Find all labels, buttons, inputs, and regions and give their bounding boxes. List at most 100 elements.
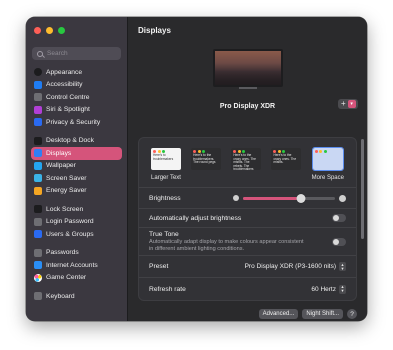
sidebar-item-screen-saver[interactable]: Screen Saver — [31, 172, 122, 185]
sidebar-item-game-center[interactable]: Game Center — [31, 272, 122, 285]
accessibility-icon — [34, 80, 42, 89]
minimize-button[interactable] — [46, 26, 53, 34]
auto-brightness-row: Automatically adjust brightness — [139, 209, 356, 228]
scrollbar[interactable] — [361, 139, 364, 239]
sidebar-item-label: Login Password — [46, 218, 94, 226]
sidebar-item-label: Accessibility — [46, 81, 83, 89]
preset-label: Preset — [149, 263, 169, 270]
internet-accounts-icon — [34, 261, 42, 270]
brightness-track[interactable] — [243, 193, 335, 203]
true-tone-description: Automatically adapt display to make colo… — [149, 239, 304, 252]
resolution-option[interactable]: Here's to the troublemakers. The round p… — [191, 148, 222, 175]
resolution-sample-text: Here's to the crazy ones. The misfits. — [273, 153, 297, 165]
footer-buttons: Advanced... Night Shift... ? — [258, 309, 357, 319]
auto-brightness-label: Automatically adjust brightness — [149, 214, 242, 222]
add-display-button[interactable]: + ▾ — [338, 99, 358, 109]
desktop-dock-icon — [34, 136, 42, 145]
sidebar-item-label: Users & Groups — [46, 230, 94, 238]
refresh-rate-label: Refresh rate — [149, 285, 186, 293]
auto-brightness-toggle[interactable] — [332, 214, 346, 222]
sidebar-item-label: Passwords — [46, 249, 79, 257]
true-tone-label: True Tone — [149, 231, 179, 238]
refresh-rate-select[interactable]: 60 Hertz ▴ ▾ — [311, 284, 346, 294]
brightness-label: Brightness — [149, 194, 181, 202]
sidebar-separator — [31, 241, 122, 247]
sidebar-item-wallpaper[interactable]: Wallpaper — [31, 160, 122, 173]
sidebar-item-label: Desktop & Dock — [46, 137, 94, 145]
resolution-thumbnail[interactable]: Here's to the troublemakers. The round p… — [191, 148, 222, 170]
sidebar-item-passwords[interactable]: Passwords — [31, 247, 122, 260]
zoom-button[interactable] — [58, 26, 65, 34]
passwords-key-icon — [34, 248, 42, 257]
users-groups-icon — [34, 230, 42, 239]
resolution-label: Larger Text — [151, 175, 181, 181]
search-input[interactable]: Search — [32, 47, 121, 60]
resolution-thumbnail[interactable]: Here's to troublemakers — [151, 148, 181, 170]
preset-value: Pro Display XDR (P3-1600 nits) — [244, 263, 336, 270]
sidebar-item-desktop-dock[interactable]: Desktop & Dock — [31, 135, 122, 148]
monitor-icon[interactable] — [212, 49, 283, 87]
true-tone-row: True Tone Automatically adapt display to… — [139, 228, 356, 256]
resolution-options: Here's to troublemakers Larger Text Here's… — [139, 138, 356, 188]
advanced-button[interactable]: Advanced... — [258, 309, 299, 319]
brightness-knob[interactable] — [296, 193, 306, 203]
brightness-row: Brightness — [139, 188, 356, 209]
search-icon — [37, 50, 43, 57]
resolution-option[interactable]: Here's to the crazy ones. The misfits. — [271, 148, 302, 175]
resolution-sample-text: Here's to the crazy ones. The misfits. T… — [233, 153, 256, 172]
sidebar-item-label: Wallpaper — [46, 162, 76, 170]
display-name: Pro Display XDR — [219, 103, 276, 110]
resolution-thumbnail[interactable]: Here's to the crazy ones. The misfits. T… — [231, 148, 262, 172]
sidebar-item-label: Privacy & Security — [46, 118, 101, 126]
preset-select[interactable]: Pro Display XDR (P3-1600 nits) ▴ ▾ — [245, 262, 346, 271]
keyboard-icon — [34, 292, 42, 301]
plus-icon: + — [341, 99, 346, 108]
sidebar-item-label: Game Center — [46, 274, 87, 282]
resolution-option[interactable]: Here's to troublemakers Larger Text — [151, 148, 181, 181]
login-password-icon — [34, 217, 42, 226]
sidebar-item-label: Control Centre — [46, 93, 90, 101]
brightness-slider[interactable] — [233, 193, 346, 203]
sidebar-item-keyboard[interactable]: Keyboard — [31, 290, 122, 303]
system-settings-window: Search Appearance Accessibility Control Ce… — [26, 17, 367, 321]
true-tone-toggle[interactable] — [332, 237, 346, 246]
sidebar-item-label: Displays — [46, 149, 72, 157]
siri-icon — [34, 105, 42, 114]
sidebar-item-label: Energy Saver — [46, 187, 87, 195]
night-shift-button[interactable]: Night Shift... — [302, 309, 343, 319]
appearance-icon — [34, 68, 42, 77]
wallpaper-icon — [34, 161, 42, 170]
control-centre-icon — [34, 93, 42, 102]
refresh-rate-row: Refresh rate 60 Hertz ▴ ▾ — [139, 278, 356, 300]
resolution-option[interactable]: More Space — [311, 147, 344, 181]
sidebar-item-control-centre[interactable]: Control Centre — [31, 91, 122, 104]
lock-screen-icon — [34, 205, 42, 214]
sidebar-nav: Appearance Accessibility Control Centre Sir… — [26, 66, 127, 303]
sidebar-item-lock-screen[interactable]: Lock Screen — [31, 203, 122, 216]
sidebar-item-energy-saver[interactable]: Energy Saver — [31, 185, 122, 198]
sidebar-item-label: Keyboard — [46, 292, 75, 300]
resolution-sample-text: Here's to the troublemakers. The round p… — [193, 153, 216, 165]
sidebar-item-privacy-security[interactable]: Privacy & Security — [31, 116, 122, 129]
sidebar-item-accessibility[interactable]: Accessibility — [31, 79, 122, 92]
sidebar-item-appearance[interactable]: Appearance — [31, 66, 122, 79]
sun-large-icon — [339, 194, 346, 202]
resolution-thumbnail[interactable]: Here's to the crazy ones. The misfits. — [271, 148, 302, 170]
resolution-label: More Space — [311, 175, 344, 181]
privacy-hand-icon — [34, 118, 42, 127]
window-controls — [26, 23, 127, 37]
help-button[interactable]: ? — [347, 309, 357, 319]
displays-icon — [34, 149, 42, 158]
main-pane: Displays Pro Display XDR + ▾ Here's to t… — [128, 17, 367, 321]
close-button[interactable] — [34, 26, 41, 34]
sidebar-item-label: Siri & Spotlight — [46, 106, 90, 114]
sidebar-item-siri-spotlight[interactable]: Siri & Spotlight — [31, 104, 122, 117]
sidebar-item-users-groups[interactable]: Users & Groups — [31, 228, 122, 241]
sidebar-item-login-password[interactable]: Login Password — [31, 216, 122, 229]
resolution-thumbnail[interactable] — [311, 147, 344, 171]
search-placeholder: Search — [47, 50, 68, 57]
sidebar-item-displays[interactable]: Displays — [31, 147, 122, 160]
stepper-arrows-icon: ▴ ▾ — [339, 262, 346, 271]
sidebar-item-internet-accounts[interactable]: Internet Accounts — [31, 259, 122, 272]
resolution-option[interactable]: Here's to the crazy ones. The misfits. T… — [231, 148, 262, 175]
